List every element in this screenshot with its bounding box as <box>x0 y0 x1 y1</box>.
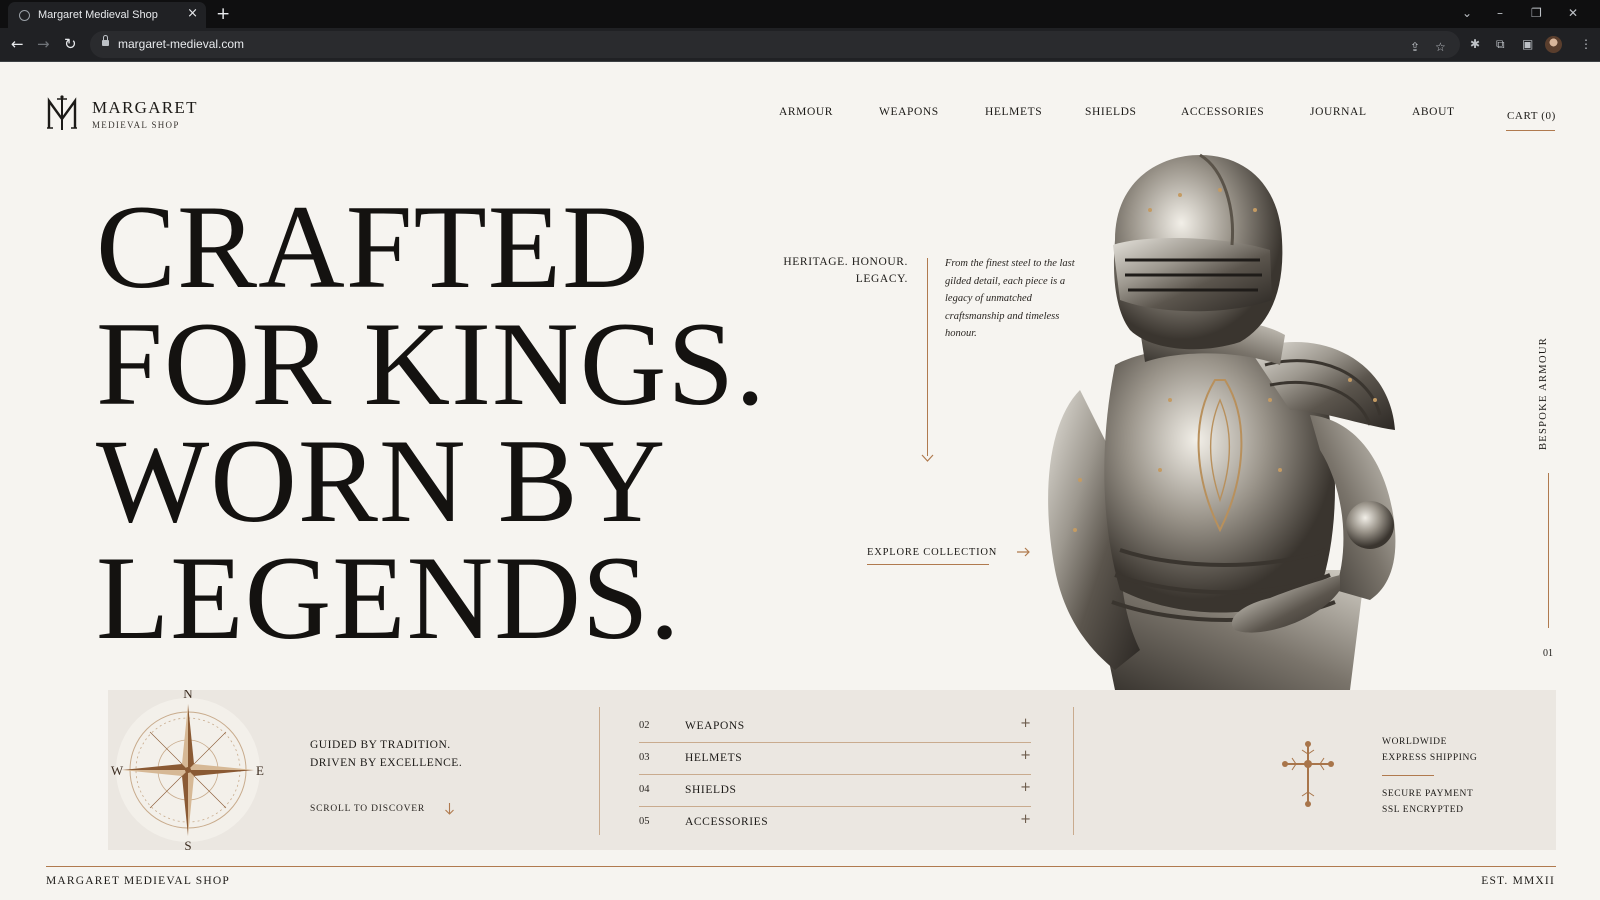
close-tab-icon[interactable]: × <box>187 6 198 22</box>
category-number: 03 <box>639 752 650 763</box>
compass-east-label: E <box>256 763 264 778</box>
close-window-icon[interactable]: ✕ <box>1568 4 1578 22</box>
category-number: 05 <box>639 816 650 827</box>
profile-avatar[interactable] <box>1545 36 1562 53</box>
reload-icon[interactable]: ↻ <box>64 35 77 53</box>
payment-line: SECURE PAYMENT <box>1382 789 1474 799</box>
category-name: SHIELDS <box>685 784 737 796</box>
extensions-icon[interactable]: ✱ <box>1470 36 1480 52</box>
headline-line: WORN BY <box>96 414 667 547</box>
tagline-line: HERITAGE. HONOUR. <box>783 256 908 268</box>
nav-item-weapons[interactable]: WEAPONS <box>879 106 939 118</box>
hero-headline: CRAFTED FOR KINGS. WORN BY LEGENDS. <box>96 180 767 664</box>
explore-underline <box>867 564 989 565</box>
expand-plus-icon[interactable]: + <box>1020 748 1031 763</box>
category-name: WEAPONS <box>685 720 745 732</box>
compass-west-label: W <box>111 763 124 778</box>
payment-info: SECURE PAYMENT SSL ENCRYPTED <box>1382 787 1473 818</box>
nav-item-helmets[interactable]: HELMETS <box>985 106 1042 118</box>
browser-tab-strip: Margaret Medieval Shop × + ⌄ – ❐ ✕ <box>0 0 1600 28</box>
category-row-shields[interactable]: 04 SHIELDS + <box>639 775 1031 807</box>
cart-underline <box>1506 130 1555 131</box>
tab-search-icon[interactable]: ⌄ <box>1462 4 1472 22</box>
tab-title: Margaret Medieval Shop <box>38 9 158 21</box>
category-name: ACCESSORIES <box>685 816 769 828</box>
nav-item-shields[interactable]: SHIELDS <box>1085 106 1136 118</box>
strip-divider <box>1073 707 1074 835</box>
shipping-line: EXPRESS SHIPPING <box>1382 752 1478 763</box>
compass-south-label: S <box>184 838 191 850</box>
address-bar[interactable]: margaret-medieval.com ⇪ ☆ <box>90 31 1460 58</box>
forward-icon[interactable]: → <box>37 35 50 53</box>
cart-link[interactable]: CART (0) <box>1507 110 1556 122</box>
headline-line: LEGENDS. <box>96 531 681 664</box>
browser-toolbar: ← → ↻ margaret-medieval.com ⇪ ☆ ✱ ⧉ ▣ ⋮ <box>0 28 1600 62</box>
payment-line: SSL ENCRYPTED <box>1382 804 1464 815</box>
url-text[interactable]: margaret-medieval.com <box>118 37 244 51</box>
compass-rose-icon: N S E W <box>111 690 264 850</box>
browser-tab[interactable]: Margaret Medieval Shop × <box>8 2 206 28</box>
monogram-logo-icon <box>47 95 77 130</box>
strip-divider <box>599 707 600 835</box>
new-tab-icon[interactable]: + <box>216 3 230 25</box>
knight-armour-image <box>1048 153 1396 690</box>
category-row-helmets[interactable]: 03 HELMETS + <box>639 743 1031 775</box>
category-number: 02 <box>639 720 650 731</box>
tagline-line: LEGACY. <box>855 273 908 285</box>
shipping-info: WORLDWIDE EXPRESS SHIPPING <box>1382 735 1477 766</box>
sidebar-icon[interactable]: ▣ <box>1522 36 1533 52</box>
tradition-statement: GUIDED BY TRADITION. DRIVEN BY EXCELLENC… <box>310 736 462 772</box>
menu-dots-icon[interactable]: ⋮ <box>1580 36 1592 52</box>
expand-plus-icon[interactable]: + <box>1020 716 1031 731</box>
nav-item-armour[interactable]: ARMOUR <box>779 106 833 118</box>
category-number: 04 <box>639 784 650 795</box>
brand-name: MARGARET <box>92 98 198 117</box>
category-name: HELMETS <box>685 752 743 764</box>
explore-collection-link[interactable]: EXPLORE COLLECTION <box>867 547 997 558</box>
nav-item-journal[interactable]: JOURNAL <box>1310 106 1367 118</box>
headline-line: FOR KINGS. <box>96 297 767 430</box>
puzzle-icon[interactable]: ⧉ <box>1496 36 1505 52</box>
bookmark-star-icon[interactable]: ☆ <box>1435 39 1446 55</box>
guide-line: DRIVEN BY EXCELLENCE. <box>310 757 463 769</box>
lock-icon <box>102 35 109 48</box>
nav-item-accessories[interactable]: ACCESSORIES <box>1181 106 1264 118</box>
slide-number: 01 <box>1543 648 1553 659</box>
category-row-weapons[interactable]: 02 WEAPONS + <box>639 711 1031 743</box>
info-divider <box>1382 775 1434 776</box>
nav-item-about[interactable]: ABOUT <box>1412 106 1455 118</box>
category-row-accessories[interactable]: 05 ACCESSORIES + <box>639 807 1031 839</box>
arrow-down-icon <box>921 454 934 462</box>
tab-favicon-icon <box>19 10 30 21</box>
maximize-icon[interactable]: ❐ <box>1531 4 1542 22</box>
scroll-to-discover-link[interactable]: SCROLL TO DISCOVER <box>310 804 425 814</box>
side-progress-line <box>1548 473 1549 628</box>
ornate-cross-icon <box>1282 741 1334 807</box>
scroll-down-arrow-icon[interactable] <box>444 803 455 815</box>
expand-plus-icon[interactable]: + <box>1020 812 1031 827</box>
tagline-divider <box>927 258 928 456</box>
hero-tagline: HERITAGE. HONOUR. LEGACY. <box>783 254 908 288</box>
shipping-line: WORLDWIDE <box>1382 737 1448 747</box>
compass-north-label: N <box>183 690 193 701</box>
minimize-icon[interactable]: – <box>1497 4 1503 22</box>
guide-line: GUIDED BY TRADITION. <box>310 739 451 751</box>
bespoke-armour-label: BESPOKE ARMOUR <box>1538 336 1549 450</box>
footer-established: EST. MMXII <box>1481 875 1555 887</box>
brand-subtitle: MEDIEVAL SHOP <box>92 120 180 130</box>
share-icon[interactable]: ⇪ <box>1410 39 1420 55</box>
footer-divider <box>46 866 1556 867</box>
expand-plus-icon[interactable]: + <box>1020 780 1031 795</box>
back-icon[interactable]: ← <box>11 35 24 53</box>
footer-shop-name: MARGARET MEDIEVAL SHOP <box>46 875 231 887</box>
headline-line: CRAFTED <box>96 180 650 313</box>
